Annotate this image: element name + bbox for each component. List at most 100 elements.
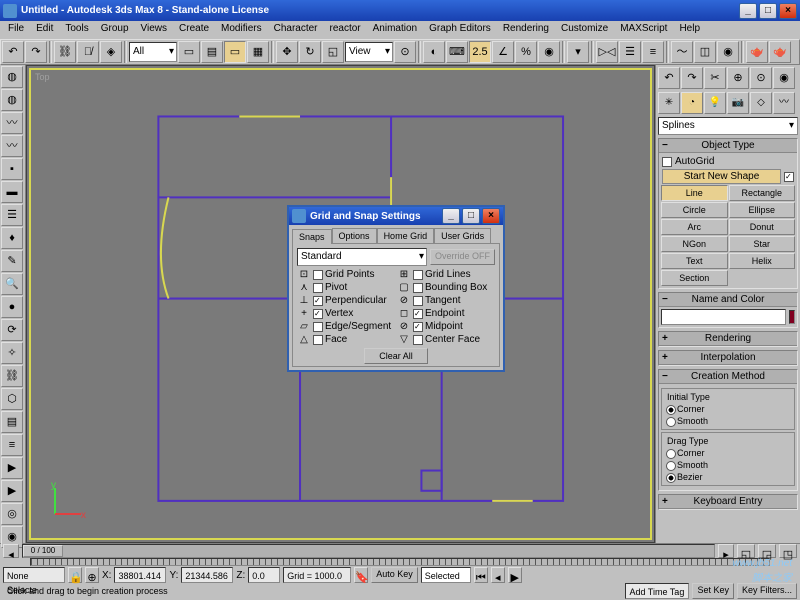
reactor-icon[interactable]: ▪ [1,158,23,180]
endpoint-checkbox[interactable] [413,309,423,319]
start-new-shape-button[interactable]: Start New Shape [662,169,781,184]
mirror-button[interactable]: ▷◁ [596,41,618,63]
rollup-rendering[interactable]: Rendering [659,332,797,346]
play-button[interactable]: ▶ [508,567,522,583]
snap-type-dropdown[interactable]: Standard [297,248,427,266]
refcoord-dropdown[interactable]: View [345,42,393,62]
menu-animation[interactable]: Animation [367,22,423,38]
radio-initial-corner[interactable]: Corner [665,403,791,415]
edge-checkbox[interactable] [313,322,323,332]
keyfilters-button[interactable]: Key Filters... [737,583,797,599]
radio-initial-smooth[interactable]: Smooth [665,415,791,427]
color-swatch[interactable] [789,310,795,324]
radio-drag-bezier[interactable]: Bezier [665,471,791,483]
pivot-checkbox[interactable] [313,283,323,293]
window-crossing-button[interactable]: ▦ [247,41,269,63]
maximize-button[interactable]: □ [759,3,777,19]
cmd-icon[interactable]: ⊕ [727,67,749,89]
face-checkbox[interactable] [313,335,323,345]
menu-maxscript[interactable]: MAXScript [614,22,673,38]
tab-homegrid[interactable]: Home Grid [377,228,435,243]
curve-editor-button[interactable]: 〜 [671,41,693,63]
select-region-button[interactable]: ▭ [224,41,246,63]
reactor-icon[interactable]: ◍ [1,66,23,88]
autokey-button[interactable]: Auto Key [371,567,418,583]
z-field[interactable]: 0.0 [248,567,280,583]
bbox-checkbox[interactable] [413,283,423,293]
reactor-icon[interactable]: ⛓ [1,365,23,387]
reactor-icon[interactable]: ◍ [1,89,23,111]
reactor-icon[interactable]: ☰ [1,204,23,226]
tab-snaps[interactable]: Snaps [292,229,332,244]
reactor-icon[interactable]: ▶ [1,480,23,502]
cmd-icon[interactable]: ✂ [704,67,726,89]
menu-rendering[interactable]: Rendering [497,22,555,38]
minimize-button[interactable]: _ [739,3,757,19]
nav-icon[interactable]: ◳ [779,544,797,558]
timeline-prev-button[interactable]: ◂ [3,544,19,558]
shape-star-button[interactable]: Star [729,236,796,252]
reactor-icon[interactable]: ▤ [1,411,23,433]
redo-button[interactable]: ↷ [25,41,47,63]
object-name-input[interactable] [661,309,786,325]
autogrid-checkbox[interactable] [662,157,672,167]
x-field[interactable]: 38801.414 [114,567,166,583]
cmd-icon[interactable]: ◉ [773,67,795,89]
layers-button[interactable]: ≡ [642,41,664,63]
reactor-icon[interactable]: 〰 [1,112,23,134]
grid-snap-dialog[interactable]: Grid and Snap Settings _ □ × Snaps Optio… [287,205,505,372]
reactor-icon[interactable]: ✧ [1,342,23,364]
tab-lights[interactable]: 💡 [704,92,726,114]
menu-modifiers[interactable]: Modifiers [215,22,268,38]
timetag-field[interactable]: Add Time Tag [625,583,689,599]
reactor-icon[interactable]: ▬ [1,181,23,203]
shape-arc-button[interactable]: Arc [661,219,728,235]
reactor-icon[interactable]: ⬡ [1,388,23,410]
gridpoints-checkbox[interactable] [313,270,323,280]
shape-ellipse-button[interactable]: Ellipse [729,202,796,218]
shape-line-button[interactable]: Line [661,185,728,201]
keymode-button[interactable]: ⌨ [446,41,468,63]
category-dropdown[interactable]: Splines [658,117,798,135]
cmd-icon[interactable]: ↶ [658,67,680,89]
menu-tools[interactable]: Tools [59,22,94,38]
abs-icon[interactable]: ⊕ [85,567,99,583]
vertex-checkbox[interactable] [313,309,323,319]
shape-text-button[interactable]: Text [661,253,728,269]
shape-section-button[interactable]: Section [661,270,728,286]
reactor-icon[interactable]: ◎ [1,503,23,525]
centerface-checkbox[interactable] [413,335,423,345]
y-field[interactable]: 21344.586 [181,567,233,583]
radio-drag-smooth[interactable]: Smooth [665,459,791,471]
reactor-icon[interactable]: ⟳ [1,319,23,341]
named-sel-button[interactable]: ▾ [567,41,589,63]
manipulate-button[interactable]: ◐ [423,41,445,63]
close-button[interactable]: × [779,3,797,19]
dialog-close-button[interactable]: × [482,208,500,224]
nav-icon[interactable]: ◲ [758,544,776,558]
start-new-shape-checkbox[interactable] [784,172,794,182]
timeline-next-button[interactable]: ▸ [718,544,734,558]
lock-icon[interactable]: 🔒 [68,567,82,583]
menu-grapheditors[interactable]: Graph Editors [423,22,497,38]
menu-customize[interactable]: Customize [555,22,614,38]
rollup-object-type[interactable]: Object Type [659,139,797,153]
cmd-icon[interactable]: ↷ [681,67,703,89]
tab-options[interactable]: Options [332,228,377,243]
clear-all-button[interactable]: Clear All [364,348,428,364]
tab-helpers[interactable]: ◇ [750,92,772,114]
percent-snap-button[interactable]: % [515,41,537,63]
menu-views[interactable]: Views [135,22,174,38]
selection-filter[interactable]: All [129,42,177,62]
play-start-button[interactable]: ⏮ [474,567,488,583]
cmd-icon[interactable]: ⊙ [750,67,772,89]
nav-icon[interactable]: ◱ [737,544,755,558]
menu-reactor[interactable]: reactor [324,22,367,38]
track-bar[interactable] [30,558,770,566]
shape-helix-button[interactable]: Helix [729,253,796,269]
reactor-icon[interactable]: 〰 [1,135,23,157]
menu-create[interactable]: Create [173,22,215,38]
menu-help[interactable]: Help [673,22,706,38]
reactor-icon[interactable]: ● [1,296,23,318]
dialog-maximize-button[interactable]: □ [462,208,480,224]
